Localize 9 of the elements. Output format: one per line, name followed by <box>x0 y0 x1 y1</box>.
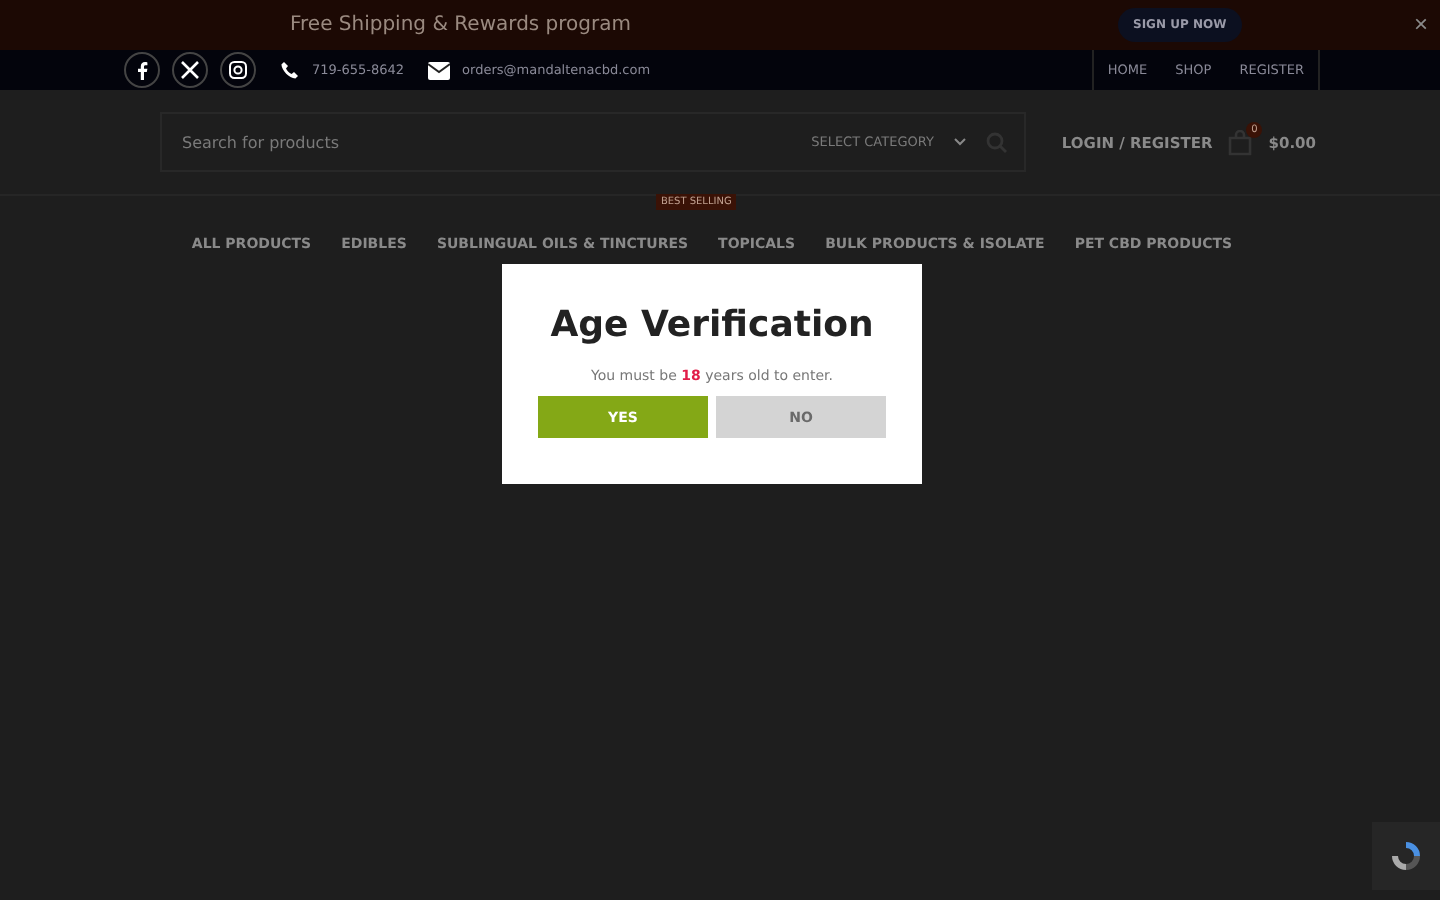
phone-icon <box>280 60 300 80</box>
chevron-down-icon[interactable] <box>953 138 966 146</box>
promo-text: Free Shipping & Rewards program <box>290 14 631 36</box>
dialog-title: Age Verification <box>548 304 876 346</box>
x-icon[interactable] <box>172 52 208 88</box>
envelope-icon <box>428 61 451 79</box>
close-button[interactable]: × <box>1413 12 1428 36</box>
instagram-icon[interactable] <box>220 52 256 88</box>
facebook-icon[interactable] <box>124 52 160 88</box>
